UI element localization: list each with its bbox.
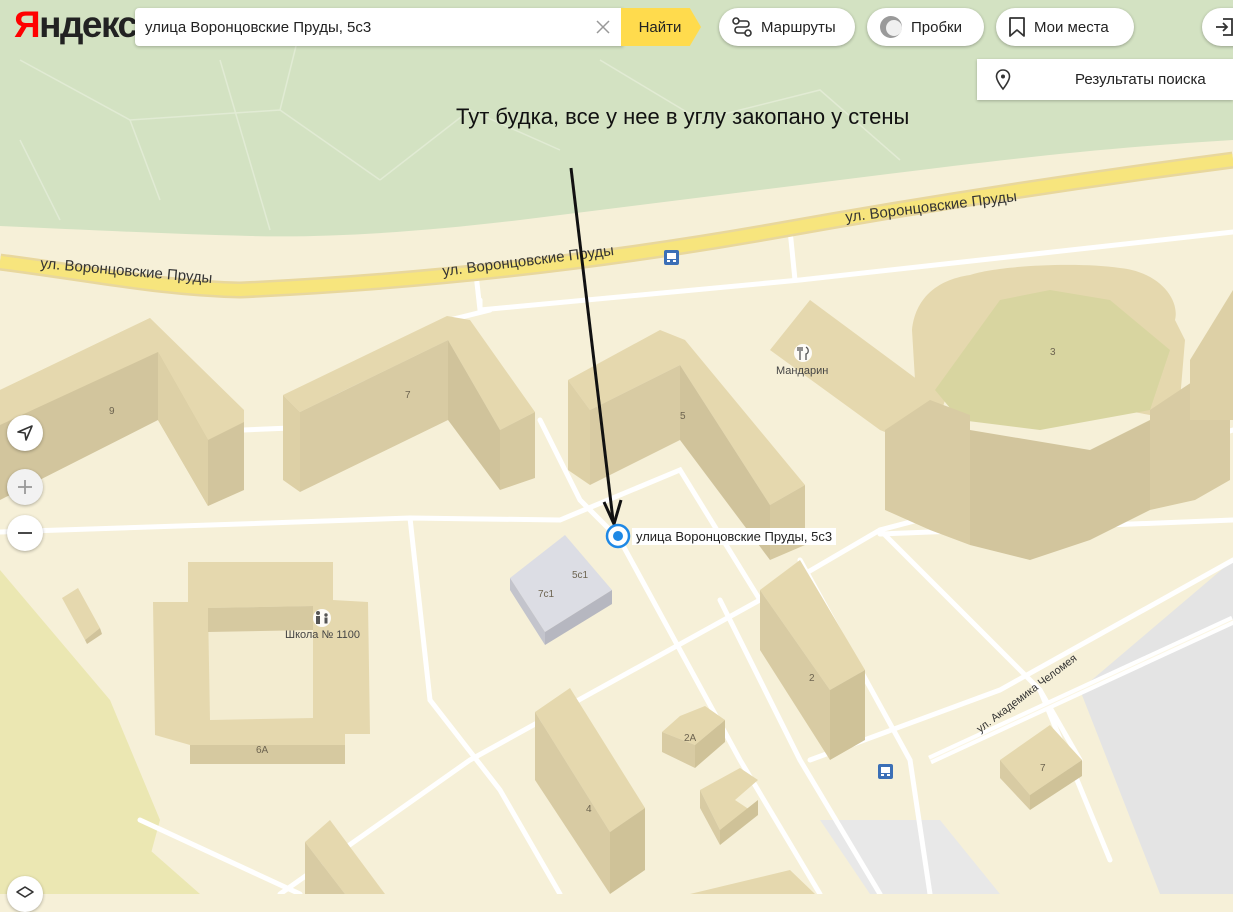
- location-pin-icon: [995, 69, 1011, 91]
- building-number: 7: [405, 390, 411, 401]
- bus-stop-icon[interactable]: [664, 250, 679, 265]
- traffic-label: Пробки: [911, 18, 962, 36]
- building-number: 6А: [256, 745, 269, 756]
- yandex-logo[interactable]: Яндекс: [14, 4, 138, 45]
- search-box: [135, 8, 623, 46]
- zoom-out-button[interactable]: [7, 515, 43, 551]
- building-number: 2А: [684, 733, 697, 744]
- layers-button[interactable]: [7, 876, 43, 912]
- logo-letter: Я: [14, 4, 41, 45]
- search-results-panel[interactable]: Результаты поиска: [977, 59, 1233, 100]
- logo-text: ндекс: [39, 4, 138, 45]
- close-icon[interactable]: [593, 17, 613, 37]
- geolocation-button[interactable]: [7, 415, 43, 451]
- minus-icon: [18, 532, 32, 534]
- building-number: 7с1: [538, 589, 555, 600]
- school-label: Школа № 1100: [285, 629, 360, 641]
- restaurant-label: Мандарин: [776, 365, 828, 377]
- building-number: 2: [809, 673, 815, 684]
- search-input[interactable]: [145, 8, 585, 46]
- traffic-button[interactable]: Пробки: [867, 8, 984, 46]
- plus-icon: [18, 480, 32, 494]
- building-number: 9: [109, 406, 115, 417]
- bus-stop-icon[interactable]: [878, 764, 893, 779]
- marker-label[interactable]: улица Воронцовские Пруды, 5с3: [632, 528, 837, 545]
- zoom-in-button[interactable]: [7, 469, 43, 505]
- my-places-label: Мои места: [1034, 18, 1109, 36]
- bookmark-icon: [1009, 17, 1025, 37]
- annotation-text: Тут будка, все у нее в углу закопано у с…: [456, 104, 910, 129]
- find-button[interactable]: Найти: [621, 8, 701, 46]
- building-number: 5: [680, 411, 686, 422]
- routes-label: Маршруты: [761, 18, 836, 36]
- building-number: 3: [1050, 347, 1056, 358]
- login-button[interactable]: [1202, 8, 1233, 46]
- map-canvas[interactable]: ул. Воронцовские Пруды ул. Воронцовские …: [0, 0, 1233, 894]
- login-icon: [1216, 18, 1233, 36]
- my-places-button[interactable]: Мои места: [996, 8, 1134, 46]
- routes-button[interactable]: Маршруты: [719, 8, 855, 46]
- layers-icon: [16, 886, 34, 898]
- building-number: 4: [586, 804, 592, 815]
- search-results-label: Результаты поиска: [1075, 71, 1206, 88]
- navigation-arrow-icon: [17, 425, 33, 441]
- building-number: 5с1: [572, 570, 589, 581]
- route-icon: [732, 17, 752, 37]
- search-result-marker[interactable]: [605, 523, 631, 549]
- traffic-icon: [880, 16, 902, 38]
- building-number: 7: [1040, 763, 1046, 774]
